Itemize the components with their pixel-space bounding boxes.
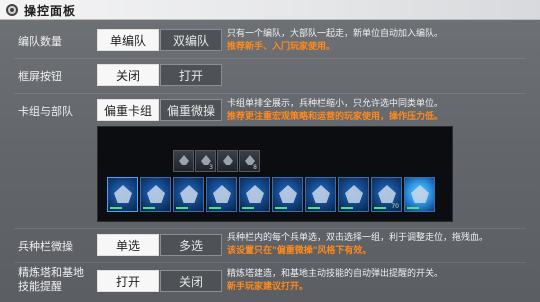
health-bar: [341, 207, 353, 209]
box-select-on-button[interactable]: 打开: [160, 64, 222, 86]
divider: [14, 228, 526, 229]
unit-card: [173, 177, 204, 212]
unit-card: [305, 177, 336, 212]
unit-icon: [411, 185, 429, 203]
deck-layout-preview: 3 8 70: [97, 126, 453, 222]
mini-unit-slot: 3: [195, 150, 216, 172]
mini-unit-slot: [217, 150, 238, 172]
row-label-troop-bar-micro: 兵种栏微操: [18, 240, 73, 253]
unit-icon: [213, 185, 231, 203]
divider: [14, 262, 526, 263]
formation-hint-text: 推荐新手、入门玩家使用。: [227, 42, 336, 52]
deck-description: 卡组单排全展示，兵种栏缩小，只允许选中同类单位。 推荐更注重宏观策略和运营的玩家…: [227, 98, 443, 124]
mini-unit-group: 3 8: [173, 150, 260, 172]
unit-icon: [378, 185, 396, 203]
mini-unit-slot: 8: [239, 150, 260, 172]
card-level: 70: [391, 203, 399, 210]
troop-bar-desc-text: 兵种栏内的每个兵单选，双击选择一组，利于调整走位，拖残血。: [227, 233, 489, 243]
health-bar: [242, 207, 254, 209]
row-label-refinery-reminder: 精炼塔和基地技能提醒: [18, 266, 84, 293]
unit-card-row: 70: [107, 177, 435, 212]
reminder-off-button[interactable]: 关闭: [160, 270, 222, 292]
reminder-on-button[interactable]: 打开: [97, 270, 159, 292]
troop-bar-hint-text: 该设置只在"偏重微操"风格下有效。: [227, 246, 372, 256]
health-bar: [176, 207, 188, 209]
unit-icon: [147, 185, 165, 203]
unit-card: [272, 177, 303, 212]
divider: [14, 58, 526, 59]
deck-hint-text: 推荐更注重宏观策略和运营的玩家使用，操作压力低。: [227, 112, 444, 122]
divider: [14, 93, 526, 94]
unit-icon: [223, 155, 233, 165]
unit-card: [404, 177, 435, 212]
unit-icon: [179, 155, 189, 165]
unit-card: [338, 177, 369, 212]
health-bar: [209, 207, 221, 209]
unit-card: 70: [371, 177, 402, 212]
health-bar: [407, 207, 419, 209]
title-bar: 操控面板: [0, 0, 540, 20]
multi-select-button[interactable]: 多选: [160, 234, 222, 256]
unit-icon: [114, 185, 132, 203]
double-formation-button[interactable]: 双编队: [160, 29, 222, 51]
unit-icon: [180, 185, 198, 203]
box-select-off-button[interactable]: 关闭: [97, 64, 159, 86]
row-label-box-select-button: 框屏按钮: [18, 70, 62, 83]
health-bar: [308, 207, 320, 209]
health-bar: [275, 207, 287, 209]
unit-icon: [312, 185, 330, 203]
row-label-formation-count: 编队数量: [18, 35, 62, 48]
reminder-description: 精炼塔建造，和基地主动技能的自动弹出提醒的开关。 新手玩家建议打开。: [227, 268, 443, 294]
single-select-button[interactable]: 单选: [97, 234, 159, 256]
health-bar: [374, 207, 386, 209]
mini-unit-slot: [173, 150, 194, 172]
control-panel: 操控面板 编队数量 单编队 双编队 只有一个编队，大部队一起走，新单位自动加入编…: [0, 0, 540, 302]
unit-icon: [345, 185, 363, 203]
unit-icon: [279, 185, 297, 203]
unit-card: [239, 177, 270, 212]
unit-card: [107, 177, 138, 212]
unit-card: [140, 177, 171, 212]
mini-unit-level: 8: [253, 164, 257, 171]
health-bar: [110, 207, 122, 209]
deck-focus-button[interactable]: 偏重卡组: [97, 99, 159, 121]
formation-description: 只有一个编队，大部队一起走，新单位自动加入编队。 推荐新手、入门玩家使用。: [227, 28, 443, 54]
panel-title: 操控面板: [24, 4, 77, 18]
micro-focus-button[interactable]: 偏重微操: [160, 99, 222, 121]
formation-desc-text: 只有一个编队，大部队一起走，新单位自动加入编队。: [227, 29, 444, 39]
troop-bar-description: 兵种栏内的每个兵单选，双击选择一组，利于调整走位，拖残血。 该设置只在"偏重微操…: [227, 232, 488, 258]
mini-unit-level: 3: [209, 164, 213, 171]
health-bar: [143, 207, 155, 209]
single-formation-button[interactable]: 单编队: [97, 29, 159, 51]
reminder-hint-text: 新手玩家建议打开。: [227, 282, 309, 292]
reminder-desc-text: 精炼塔建造，和基地主动技能的自动弹出提醒的开关。: [227, 269, 444, 279]
row-label-deck-and-troops: 卡组与部队: [18, 105, 73, 118]
unit-icon: [246, 185, 264, 203]
panel-icon: [6, 4, 18, 16]
unit-card: [206, 177, 237, 212]
deck-desc-text: 卡组单排全展示，兵种栏缩小，只允许选中同类单位。: [227, 99, 444, 109]
